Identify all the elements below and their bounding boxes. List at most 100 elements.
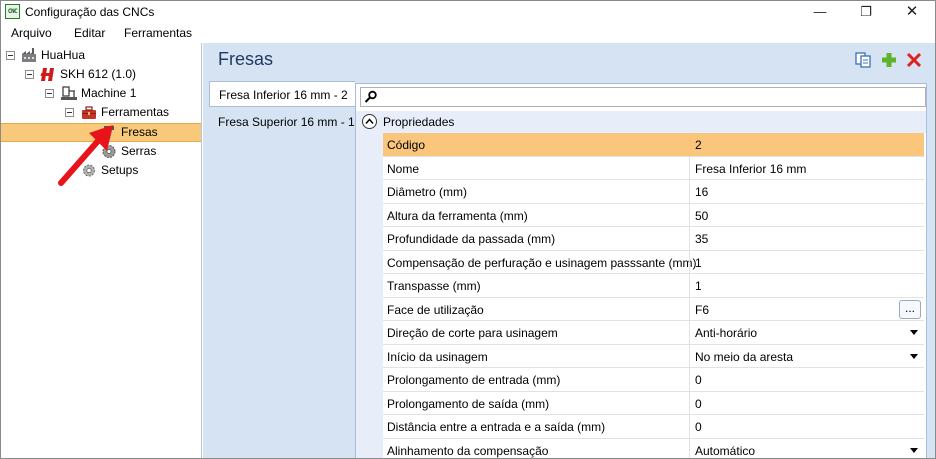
close-icon: ✕ xyxy=(905,3,919,20)
collapse-toggle[interactable] xyxy=(25,70,34,79)
search-icon xyxy=(364,90,377,103)
dropdown-arrow-icon[interactable] xyxy=(910,447,918,453)
property-name: Prolongamento de entrada (mm) xyxy=(387,373,561,387)
property-value[interactable]: 2 xyxy=(695,138,702,152)
tab-label: Fresa Inferior 16 mm - 2 xyxy=(219,88,348,102)
restore-icon: ❐ xyxy=(860,4,872,19)
minimize-icon: — xyxy=(813,4,827,19)
property-row[interactable]: Alinhamento da compensação Automático xyxy=(383,438,924,458)
property-value[interactable]: Automático xyxy=(695,444,755,458)
property-row[interactable]: Diâmetro (mm) 16 xyxy=(383,180,924,204)
ellipsis-button[interactable]: ... xyxy=(899,299,921,319)
property-value[interactable]: 0 xyxy=(695,397,702,411)
property-row[interactable]: Prolongamento de saída (mm) 0 xyxy=(383,391,924,415)
property-row[interactable]: Distância entre a entrada e a saída (mm)… xyxy=(383,415,924,439)
property-name: Código xyxy=(387,138,426,152)
column-divider xyxy=(689,250,690,273)
property-row[interactable]: Compensação de perfuração e usinagem pas… xyxy=(383,250,924,274)
tree-item-label: SKH 612 (1.0) xyxy=(60,67,137,81)
delete-icon[interactable] xyxy=(905,51,923,69)
property-row[interactable]: Transpasse (mm) 1 xyxy=(383,274,924,298)
annotation-arrow-icon xyxy=(58,125,113,186)
page-title: Fresas xyxy=(218,49,274,69)
menu-editar[interactable]: Editar xyxy=(74,26,105,40)
app-window: CNC Configuração das CNCs — ❐ ✕ Arquivo … xyxy=(0,0,936,459)
property-row[interactable]: Altura da ferramenta (mm) 50 xyxy=(383,203,924,227)
property-name: Direção de corte para usinagem xyxy=(387,326,558,340)
tree-item-ferramentas[interactable]: Ferramentas xyxy=(1,103,201,122)
column-divider xyxy=(689,415,690,438)
property-value[interactable]: F6 xyxy=(695,303,709,317)
property-name: Profundidade da passada (mm) xyxy=(387,232,556,246)
toolbox-icon xyxy=(82,106,96,119)
title-bar: CNC Configuração das CNCs — ❐ ✕ xyxy=(1,1,935,23)
column-divider xyxy=(689,438,690,458)
property-value[interactable]: 16 xyxy=(695,185,708,199)
tab-fresa-inferior[interactable]: Fresa Inferior 16 mm - 2 xyxy=(209,81,355,107)
minimize-button[interactable]: — xyxy=(797,1,843,23)
collapse-toggle[interactable] xyxy=(6,51,15,60)
tree-item-label: Serras xyxy=(121,144,157,158)
chevron-up-icon xyxy=(365,118,374,124)
dropdown-arrow-icon[interactable] xyxy=(910,353,918,359)
grid-gutter xyxy=(356,133,383,458)
property-name: Compensação de perfuração e usinagem pas… xyxy=(387,255,697,270)
column-divider xyxy=(689,368,690,391)
column-divider xyxy=(689,156,690,179)
tree-item-machine-1[interactable]: Machine 1 xyxy=(1,84,201,103)
property-name: Alinhamento da compensação xyxy=(387,443,549,458)
tree-item-huahua[interactable]: HuaHua xyxy=(1,46,201,65)
property-row[interactable]: Prolongamento de entrada (mm) 0 xyxy=(383,368,924,392)
property-value[interactable]: No meio da aresta xyxy=(695,350,793,364)
property-value[interactable]: 35 xyxy=(695,232,708,246)
property-value[interactable]: Anti-horário xyxy=(695,326,757,340)
tab-label: Fresa Superior 16 mm - 1 xyxy=(218,115,355,129)
column-divider xyxy=(689,227,690,250)
tool-tabs: Fresa Inferior 16 mm - 2 Fresa Superior … xyxy=(203,81,355,458)
navigation-tree: HuaHua SKH 612 (1.0) Machine 1 Ferrament… xyxy=(1,43,202,458)
property-row[interactable]: Direção de corte para usinagem Anti-horár… xyxy=(383,321,924,345)
menu-bar: Arquivo Editar Ferramentas xyxy=(1,23,935,43)
tab-fresa-superior[interactable]: Fresa Superior 16 mm - 1 xyxy=(209,109,355,135)
property-value[interactable]: 1 xyxy=(695,279,702,293)
search-input[interactable] xyxy=(360,87,926,107)
tree-item-label: Ferramentas xyxy=(101,105,170,119)
collapse-toggle[interactable] xyxy=(45,89,54,98)
column-divider xyxy=(689,133,690,156)
brand-logo-icon xyxy=(40,68,54,81)
column-divider xyxy=(689,274,690,297)
factory-icon xyxy=(22,48,36,62)
window-title: Configuração das CNCs xyxy=(25,5,155,19)
column-divider xyxy=(689,203,690,226)
property-row[interactable]: Nome Fresa Inferior 16 mm xyxy=(383,156,924,180)
property-name: Diâmetro (mm) xyxy=(387,185,467,199)
menu-arquivo[interactable]: Arquivo xyxy=(11,26,52,40)
collapse-toggle[interactable] xyxy=(65,108,74,117)
property-grid: Propriedades Código 2 Nome Fresa Inferior 1… xyxy=(355,83,927,458)
group-label: Propriedades xyxy=(383,115,455,129)
column-divider xyxy=(689,391,690,414)
maximize-button[interactable]: ❐ xyxy=(843,1,889,23)
property-value[interactable]: Fresa Inferior 16 mm xyxy=(695,162,806,176)
property-value[interactable]: 0 xyxy=(695,373,702,387)
add-icon[interactable] xyxy=(880,51,898,69)
menu-ferramentas[interactable]: Ferramentas xyxy=(124,26,192,40)
tree-item-label: Fresas xyxy=(121,125,158,139)
tree-item-skh-612[interactable]: SKH 612 (1.0) xyxy=(1,65,201,84)
tree-item-label: Machine 1 xyxy=(81,86,137,100)
property-name: Prolongamento de saída (mm) xyxy=(387,396,550,411)
property-row[interactable]: Face de utilização F6... xyxy=(383,297,924,321)
close-button[interactable]: ✕ xyxy=(889,1,935,23)
property-value[interactable]: 0 xyxy=(695,420,702,434)
property-row[interactable]: Profundidade da passada (mm) 35 xyxy=(383,227,924,251)
property-value[interactable]: 50 xyxy=(695,209,708,223)
group-header-propriedades[interactable]: Propriedades xyxy=(356,111,926,133)
collapse-group-button[interactable] xyxy=(362,114,377,129)
property-value[interactable]: 1 xyxy=(695,256,702,270)
property-row[interactable]: Início da usinagem No meio da aresta xyxy=(383,344,924,368)
property-name: Nome xyxy=(387,161,420,176)
dropdown-arrow-icon[interactable] xyxy=(910,330,918,335)
property-row[interactable]: Código 2 xyxy=(383,133,924,157)
property-name: Altura da ferramenta (mm) xyxy=(387,208,528,223)
copy-icon[interactable] xyxy=(854,51,872,69)
